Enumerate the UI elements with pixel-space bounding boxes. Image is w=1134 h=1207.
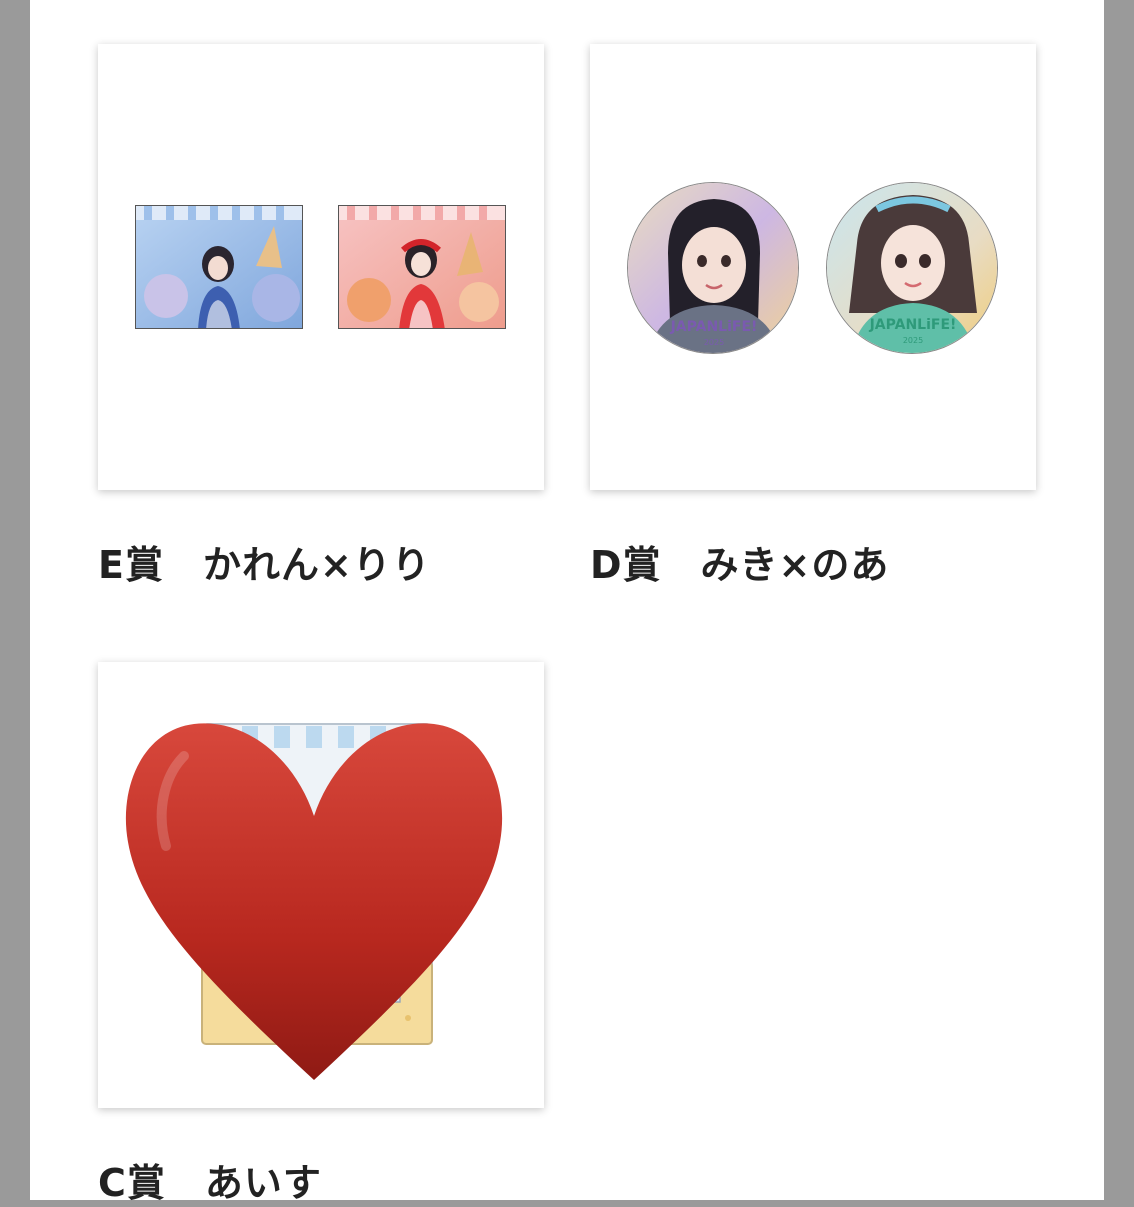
badge-right-logo: JAPANLiFE! [869,317,957,333]
prize-c-card[interactable] [98,662,544,1108]
prize-d-label[interactable]: D賞 みき×のあ [590,534,889,589]
photo-card-blue-image [136,206,302,328]
can-badge-left-image: JAPANLiFE! 2025 [628,183,798,353]
badge-left-logo: JAPANLiFE! [670,319,758,335]
prize-e-card[interactable] [98,44,544,490]
can-badge-left: JAPANLiFE! 2025 [627,182,799,354]
can-badge-right-image: JAPANLiFE! 2025 [827,183,997,353]
photo-card-blue [135,205,303,329]
badge-left-year: 2025 [704,338,724,347]
can-badge-right: JAPANLiFE! 2025 [826,182,998,354]
prize-e-label[interactable]: E賞 かれん×りり [98,534,431,589]
goods-page: E賞 かれん×りり JAPANLiFE! 2025 JAPANLiFE! 202… [30,0,1104,1205]
prize-c-label[interactable]: C賞 あいす [98,1152,322,1207]
heart-sticker-icon [125,723,503,1080]
photo-card-pink [338,205,506,329]
prize-d-card[interactable]: JAPANLiFE! 2025 JAPANLiFE! 2025 [590,44,1036,490]
photo-card-pink-image [339,206,505,328]
badge-right-year: 2025 [903,336,923,345]
